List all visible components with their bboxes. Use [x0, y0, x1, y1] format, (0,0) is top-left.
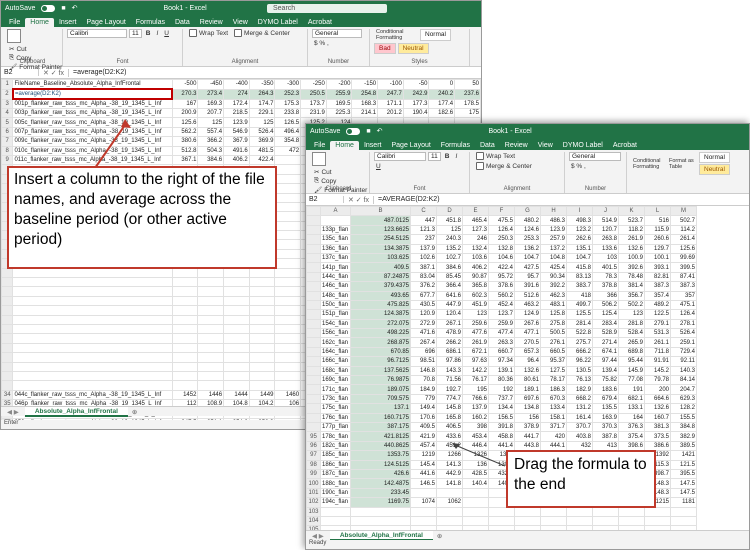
- arrow-2-head: [452, 443, 460, 449]
- arrow-1-head: [121, 119, 131, 128]
- instruction-callout-2: Drag the formula to the end: [506, 450, 656, 508]
- instruction-callout-1: Insert a column to the right of the file…: [7, 166, 277, 269]
- arrow-2-line: [454, 444, 506, 467]
- arrow-1-line: [94, 124, 126, 169]
